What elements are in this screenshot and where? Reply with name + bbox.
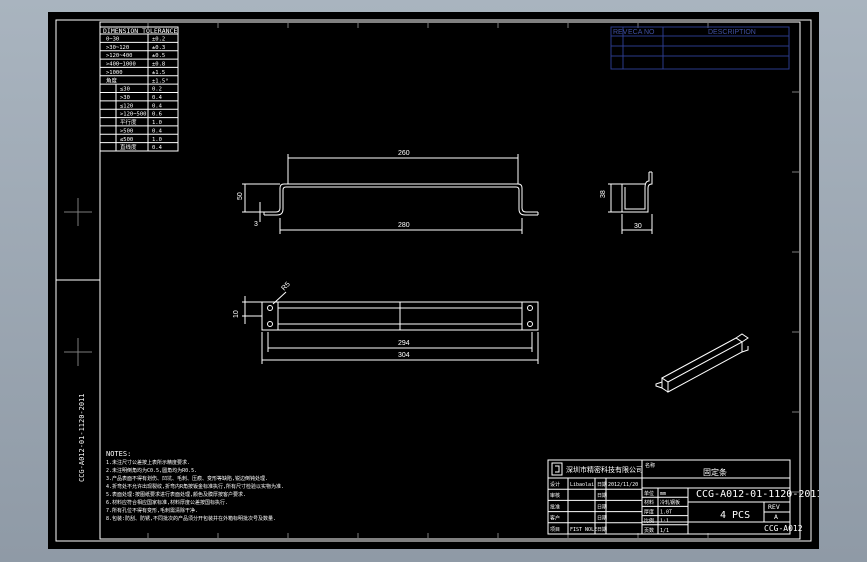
part-name: 固定条	[703, 467, 727, 477]
tb-mid-value: 1/1	[660, 528, 669, 534]
tolerance-value: ±0.5	[152, 53, 165, 59]
tb-date-label: 日期	[597, 527, 607, 533]
note-line: 7.所有孔位不得有变形,毛刺需清除干净.	[106, 507, 198, 514]
tb-date-label: 日期	[597, 504, 607, 510]
tolerance-value: 0.4	[152, 103, 163, 109]
part-title-label: 名称	[645, 462, 655, 469]
tb-date-label: 日期	[597, 493, 607, 499]
tolerance-range: 角度	[106, 76, 118, 84]
rev-col-header: REV	[613, 29, 628, 36]
tb-label: 设计	[550, 481, 560, 488]
tb-mid-value: 1.0T	[660, 509, 672, 515]
tolerance-range: >500	[120, 128, 133, 134]
tb-mid-label: 比例	[644, 518, 654, 525]
front-view: 260 50 3 280	[237, 150, 539, 234]
side-view: 38 30	[600, 171, 653, 234]
tolerance-range: >400~1000	[106, 62, 136, 68]
dim-front-small: 3	[254, 221, 258, 228]
tb-mid-label: 厚度	[644, 508, 654, 515]
tolerance-value: ±0.3	[152, 45, 165, 51]
note-line: 2.未注明倒角均为C0.5,圆角均为R0.5.	[106, 467, 197, 474]
tolerance-value: 0.2	[152, 87, 162, 93]
tolerance-value: ±0.8	[152, 62, 165, 68]
registration-marks	[64, 198, 92, 366]
revision-table: REV ECA NO DESCRIPTION	[610, 26, 790, 70]
note-line: 5.表面处理:按图纸要求进行表面处理,颜色及膜厚按客户要求.	[106, 491, 246, 498]
tb-value: Libaolai	[570, 482, 594, 488]
tolerance-range: ≤30	[120, 87, 130, 93]
tb-date-label: 日期	[597, 516, 607, 522]
dim-front-height: 50	[237, 192, 244, 200]
dim-side-height: 38	[600, 190, 607, 198]
eca-col-header: ECA NO	[628, 29, 655, 36]
dim-top-inner: 294	[398, 340, 410, 347]
model-code: CCG-A012	[764, 524, 803, 533]
notes-title: NOTES:	[106, 450, 131, 458]
drawing-number: CCG-A012-01-1120-2011	[696, 489, 819, 500]
tolerance-range: 0~30	[106, 37, 119, 43]
tolerance-value: 1.0	[152, 137, 162, 143]
note-line: 1.未注尺寸公差按上表所示精度要求.	[106, 459, 190, 466]
sheet-inner-border	[99, 21, 801, 540]
top-view: R5 10 294 304	[233, 281, 539, 364]
tolerance-range: >30	[120, 95, 130, 101]
rev-value: A	[774, 513, 778, 521]
drawing-viewport[interactable]: 0~30 ±0.2 >30~120 ±0.3 >120~400 ±0.5 >400~1000…	[48, 12, 819, 549]
note-line: 8.包装:防刮、防锈,不同批次的产品须分开包装并在外箱标明批次号及数量.	[106, 515, 276, 522]
tb-label: 客户	[550, 515, 560, 522]
tolerance-range: >30~120	[106, 45, 129, 51]
grid-ticks	[147, 20, 800, 541]
tb-mid-value: 冷轧钢板	[660, 499, 680, 506]
tb-label: 批准	[550, 503, 560, 510]
title-block: 设计 Libaolai 日期 2012/11/20审核 日期批准 日期客户 日期项目 FIST…	[547, 459, 819, 535]
dim-top-outer: 304	[398, 352, 410, 359]
dim-side-width: 30	[634, 223, 642, 230]
note-line: 4.折弯处不允许出现裂纹,折弯内R角按钣金标准执行,所有尺寸检验以实物为准.	[106, 483, 284, 490]
side-drawing-number: CCG-A012-01-1120-2011	[78, 393, 86, 482]
tolerance-range: ≤120	[120, 103, 133, 109]
tolerance-range: 平行度	[120, 118, 137, 126]
tolerance-value: ±1.5°	[152, 78, 169, 84]
tb-mid-label: 单位	[644, 490, 654, 497]
tb-date-label: 日期	[597, 482, 607, 488]
tolerance-range: >120~500	[120, 112, 147, 118]
cad-drawing: 0~30 ±0.2 >30~120 ±0.3 >120~400 ±0.5 >400~1000…	[55, 19, 819, 542]
company-name: 深圳市精密科技有限公司	[566, 465, 643, 474]
tb-label: 项目	[550, 527, 560, 533]
rev-label: REV	[768, 503, 780, 511]
tb-mid-value: mm	[660, 491, 666, 497]
tb-label: 审核	[550, 492, 560, 499]
tb-value: FIST NOLE	[570, 527, 597, 533]
dim-top-height: 10	[233, 310, 240, 318]
tolerance-range: ≤500	[120, 137, 133, 143]
tolerance-value: 0.4	[152, 128, 163, 134]
tb-date-value: 2012/11/20	[608, 482, 638, 488]
tolerance-value: ±1.5	[152, 70, 165, 76]
company-logo-icon	[551, 462, 563, 476]
isometric-view	[655, 333, 749, 393]
quantity: 4 PCS	[720, 510, 750, 521]
tolerance-value: 0.4	[152, 95, 163, 101]
tolerance-range: >120~400	[106, 53, 133, 59]
tolerance-table: 0~30 ±0.2 >30~120 ±0.3 >120~400 ±0.5 >400~1000…	[99, 26, 179, 152]
description-col-header: DESCRIPTION	[708, 29, 756, 36]
note-line: 6.材料应符合相应国家标准,材料厚度公差按国标执行.	[106, 499, 228, 506]
dim-front-bottom: 280	[398, 222, 410, 229]
tb-mid-value: 1:1	[660, 519, 669, 525]
tb-mid-label: 页数	[644, 527, 654, 534]
tb-mid-label: 材料	[644, 499, 654, 506]
tolerance-value: ±0.2	[152, 37, 165, 43]
dim-top-radius: R5	[280, 281, 291, 292]
note-line: 3.产品表面不得有划伤、凹坑、毛刺、压痕、变形等缺陷,锐边倒钝处理.	[106, 475, 268, 482]
tolerance-header: DIMENSION TOLERANCE	[103, 27, 177, 35]
tolerance-value: 1.0	[152, 120, 162, 126]
dim-front-top: 260	[398, 150, 410, 157]
notes-block: NOTES: 1.未注尺寸公差按上表所示精度要求.2.未注明倒角均为C0.5,圆…	[106, 450, 284, 522]
tolerance-range: >1000	[106, 70, 123, 76]
tolerance-range: 直线度	[120, 143, 137, 151]
tolerance-value: 0.4	[152, 145, 163, 151]
tolerance-value: 0.6	[152, 112, 162, 118]
